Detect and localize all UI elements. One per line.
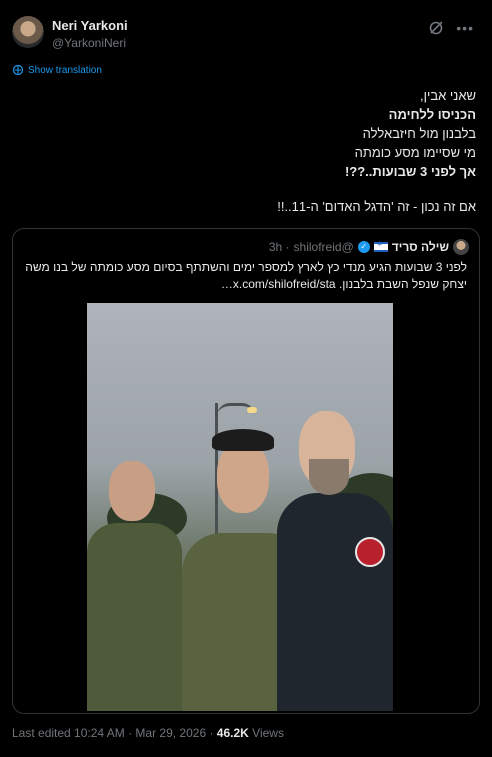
translate-icon	[12, 64, 24, 76]
soldier-center-head	[217, 441, 269, 513]
views-label: Views	[248, 726, 284, 740]
tweet-line: אך לפני 3 שבועות..??!	[344, 164, 476, 179]
tweet-line: הכניסו ללחימה	[388, 107, 476, 122]
quoted-tweet-photo[interactable]	[87, 303, 393, 711]
jacket-patch-icon	[355, 537, 385, 567]
soldier-left-body	[87, 523, 182, 711]
author-handle[interactable]: @YarkoniNeri	[52, 36, 126, 50]
more-options-icon[interactable]: •••	[456, 20, 474, 36]
quoted-author-avatar[interactable]	[453, 239, 469, 255]
views-count: 46.2K	[216, 726, 249, 740]
show-translation-label: Show translation	[28, 64, 102, 76]
edited-timestamp[interactable]: Last edited 10:24 AM · Mar 29, 2026 ·	[12, 726, 217, 740]
man-right-body	[277, 493, 393, 711]
show-translation-link[interactable]: Show translation	[12, 64, 102, 76]
quoted-tweet-header: שילה סריד ✓ @shilofreid · 3h	[269, 239, 469, 255]
tweet-header: Neri Yarkoni @YarkoniNeri •••	[12, 16, 480, 56]
israel-flag-icon	[373, 240, 388, 252]
author-avatar[interactable]	[12, 16, 44, 48]
street-lamp-light	[247, 407, 257, 413]
author-name[interactable]: Neri Yarkoni	[52, 18, 128, 33]
tweet-line: בלבנון מול חיזבאללה	[362, 126, 476, 141]
quoted-tweet-text: לפני 3 שבועות הגיע מנדי כץ לארץ למספר ימ…	[25, 260, 467, 291]
tweet-line: מי שסיימו מסע כומתה	[354, 145, 476, 160]
soldier-left-head	[109, 461, 155, 521]
tweet-line: אם זה נכון - זה 'הדגל האדום' ה-11..!!	[277, 199, 476, 214]
quoted-author-name[interactable]: שילה סריד	[392, 240, 449, 254]
quoted-timestamp[interactable]: · 3h	[269, 240, 290, 254]
quoted-tweet[interactable]: שילה סריד ✓ @shilofreid · 3h לפני 3 שבוע…	[12, 228, 480, 714]
grok-icon[interactable]	[428, 20, 444, 36]
verified-badge-icon: ✓	[357, 241, 370, 253]
quoted-author-handle[interactable]: @shilofreid	[294, 240, 354, 254]
man-right-beard	[309, 459, 349, 495]
soldier-beret	[212, 429, 274, 451]
tweet-line-spacer	[36, 181, 476, 197]
tweet-text: שאני אבין, הכניסו ללחימה בלבנון מול חיזב…	[36, 86, 476, 216]
tweet-line: שאני אבין,	[419, 88, 476, 103]
tweet-footer: Last edited 10:24 AM · Mar 29, 2026 · 46…	[12, 726, 284, 740]
